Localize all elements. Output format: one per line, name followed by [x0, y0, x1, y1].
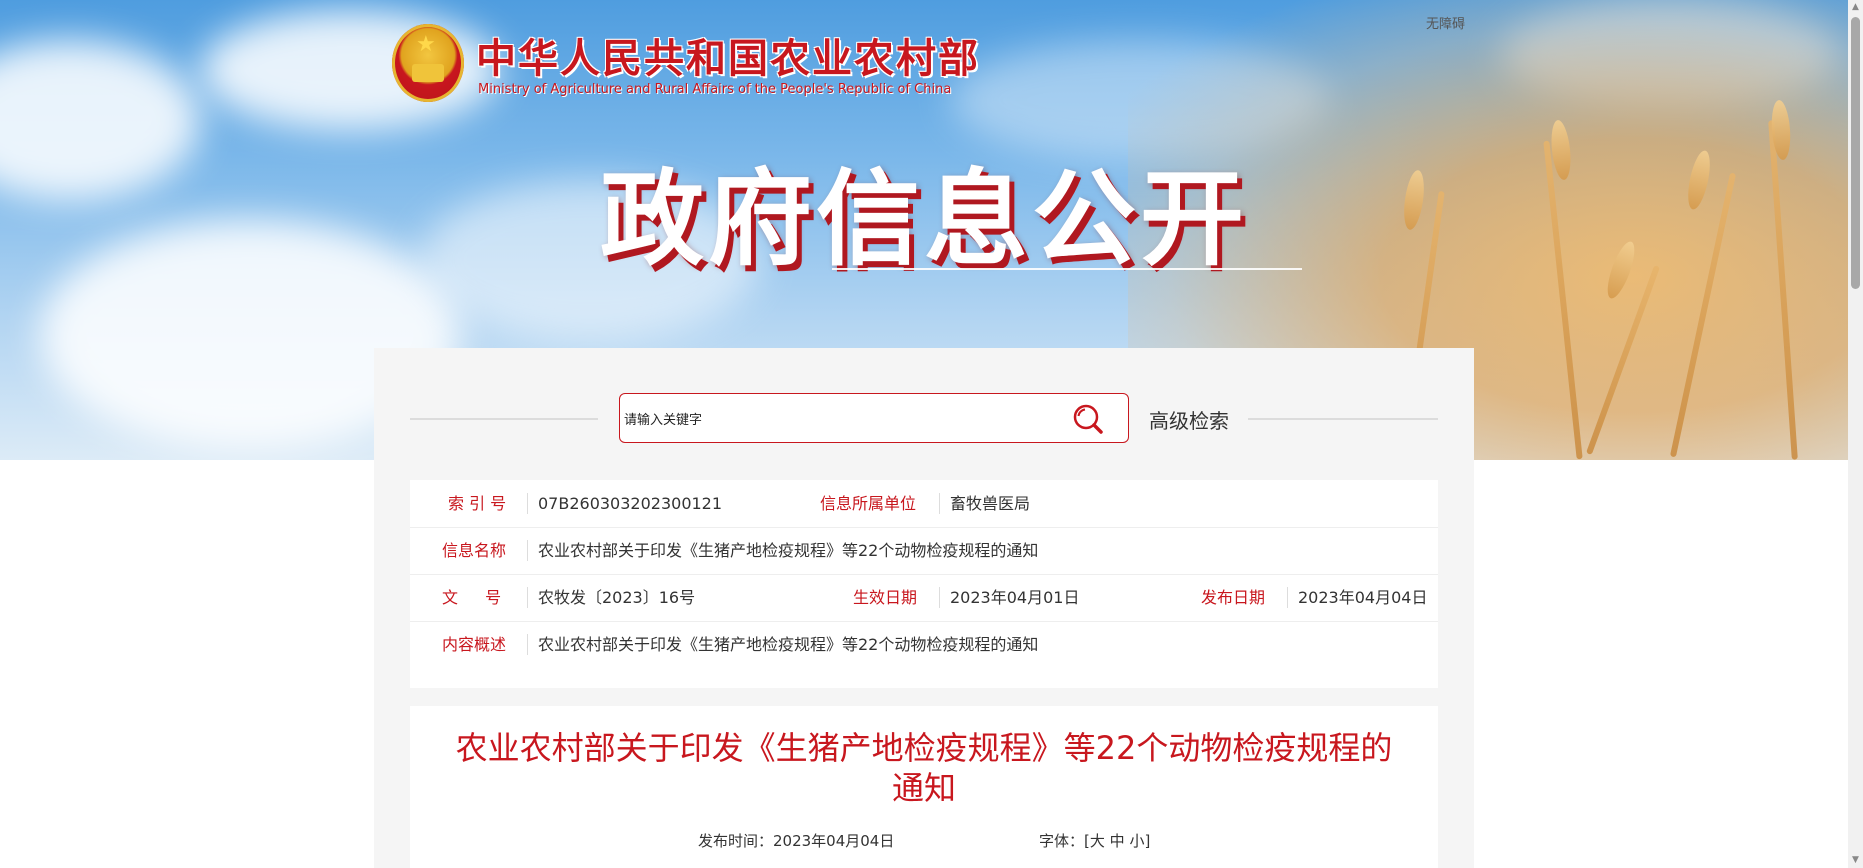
- name-label: 信息名称: [442, 541, 507, 560]
- divider: [527, 493, 528, 514]
- effective-date-value: 2023年04月01日: [950, 588, 1080, 607]
- index-label: 索 引 号: [448, 494, 507, 513]
- font-medium-button[interactable]: 中: [1110, 832, 1125, 850]
- gate-icon: [412, 64, 444, 82]
- search-input[interactable]: [622, 394, 1066, 444]
- scroll-up-icon[interactable]: ▲: [1848, 0, 1863, 15]
- doc-number-value: 农牧发〔2023〕16号: [538, 588, 696, 607]
- font-large-button[interactable]: 大: [1090, 832, 1105, 850]
- info-row-index: 索 引 号 07B260303202300121 信息所属单位 畜牧兽医局: [410, 480, 1438, 528]
- unit-value: 畜牧兽医局: [950, 494, 1031, 513]
- info-table: 索 引 号 07B260303202300121 信息所属单位 畜牧兽医局 信息…: [410, 480, 1438, 688]
- font-small-button[interactable]: 小: [1129, 832, 1144, 850]
- article-title: 农业农村部关于印发《生猪产地检疫规程》等22个动物检疫规程的通知: [455, 729, 1393, 807]
- search-icon[interactable]: [1072, 403, 1104, 435]
- divider: [939, 587, 940, 608]
- ministry-name-en: Ministry of Agriculture and Rural Affair…: [478, 82, 952, 97]
- advanced-search-link[interactable]: 高级检索: [1149, 405, 1229, 434]
- info-row-summary: 内容概述 农业农村部关于印发《生猪产地检疫规程》等22个动物检疫规程的通知: [410, 621, 1438, 668]
- main-panel: 高级检索 索 引 号 07B260303202300121 信息所属单位 畜牧兽…: [374, 348, 1474, 868]
- index-value: 07B260303202300121: [538, 494, 723, 513]
- article-card: 农业农村部关于印发《生猪产地检疫规程》等22个动物检疫规程的通知 发布时间：20…: [410, 706, 1438, 868]
- hero-divider: [832, 268, 1302, 270]
- divider: [939, 493, 940, 514]
- summary-label: 内容概述: [442, 635, 507, 654]
- summary-value: 农业农村部关于印发《生猪产地检疫规程》等22个动物检疫规程的通知: [538, 635, 1039, 654]
- publish-time: 发布时间：2023年04月04日: [698, 832, 895, 850]
- doc-number-label: 文 号: [442, 588, 502, 607]
- divider: [527, 587, 528, 608]
- publish-date-label: 发布日期: [1201, 588, 1266, 607]
- name-value: 农业农村部关于印发《生猪产地检疫规程》等22个动物检疫规程的通知: [538, 541, 1039, 560]
- info-row-doc: 文 号 农牧发〔2023〕16号 生效日期 2023年04月01日 发布日期 2…: [410, 574, 1438, 622]
- font-size-label: 字体：[: [1039, 832, 1090, 850]
- page-scrollbar[interactable]: ▲ ▼: [1848, 0, 1863, 868]
- hero-title: 政府信息公开: [599, 158, 1248, 280]
- scroll-down-icon[interactable]: ▼: [1848, 853, 1863, 868]
- search-divider-left: [410, 418, 598, 420]
- unit-label: 信息所属单位: [820, 494, 917, 513]
- accessibility-link[interactable]: 无障碍: [1426, 13, 1465, 32]
- scroll-thumb[interactable]: [1851, 17, 1860, 289]
- info-row-name: 信息名称 农业农村部关于印发《生猪产地检疫规程》等22个动物检疫规程的通知: [410, 527, 1438, 575]
- font-size-bracket: ]: [1144, 832, 1151, 850]
- divider: [527, 540, 528, 561]
- national-emblem-icon: ★: [392, 24, 464, 102]
- divider: [527, 634, 528, 655]
- search-divider-right: [1248, 418, 1438, 420]
- ministry-name-cn: 中华人民共和国农业农村部: [476, 36, 980, 82]
- font-size-control: 字体：[大 中 小]: [1039, 830, 1150, 851]
- search-box: [619, 393, 1129, 444]
- effective-date-label: 生效日期: [853, 588, 918, 607]
- divider: [1287, 587, 1288, 608]
- publish-date-value: 2023年04月04日: [1298, 588, 1428, 607]
- star-icon: ★: [416, 32, 436, 57]
